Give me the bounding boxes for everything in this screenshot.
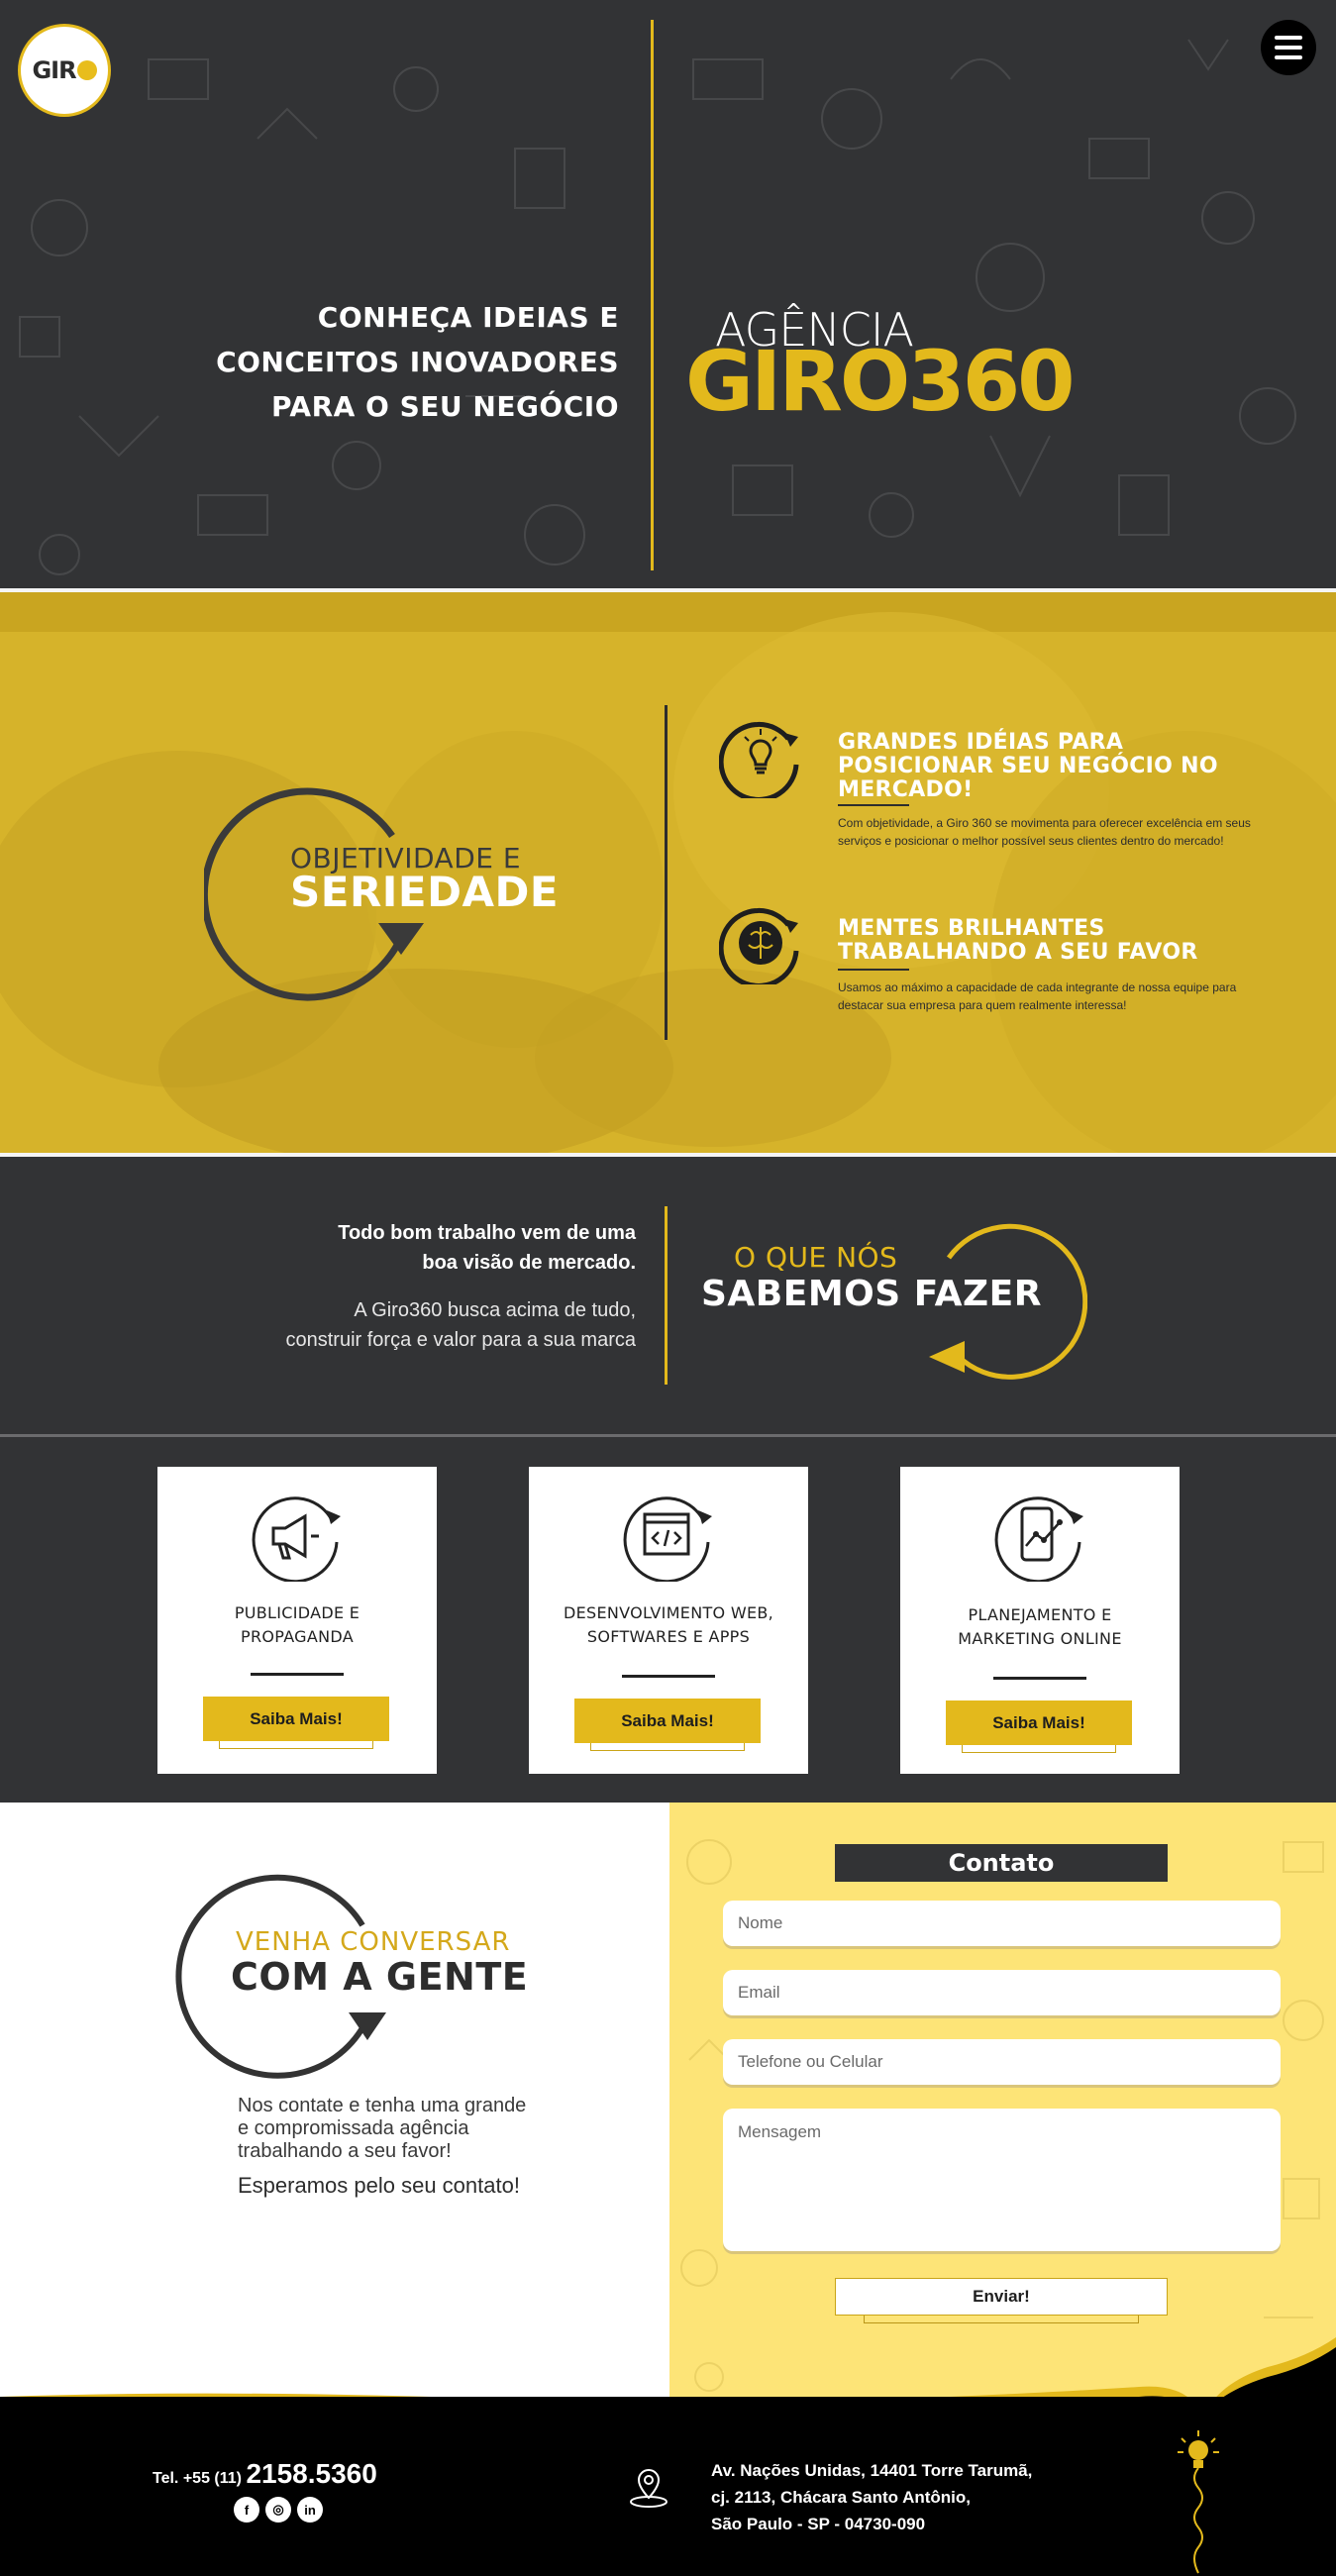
contact-form-title: Contato bbox=[835, 1844, 1168, 1882]
logo-text: GIR bbox=[32, 56, 76, 84]
contact-closing-text: Esperamos pelo seu contato! bbox=[238, 2173, 520, 2198]
service-card-online-marketing: PLANEJAMENTO E MARKETING ONLINE Saiba Ma… bbox=[900, 1467, 1180, 1774]
address-line: cj. 2113, Chácara Santo Antônio, bbox=[711, 2488, 972, 2507]
service-card-title: PLANEJAMENTO E MARKETING ONLINE bbox=[910, 1603, 1170, 1651]
service-card-title: DESENVOLVIMENTO WEB, SOFTWARES E APPS bbox=[539, 1601, 798, 1649]
feature-title-line: POSICIONAR SEU NEGÓCIO NO bbox=[838, 754, 1218, 778]
code-window-icon bbox=[623, 1496, 712, 1582]
services-heading-small: O QUE NÓS bbox=[734, 1241, 898, 1274]
social-links: f ◎ in bbox=[234, 2497, 323, 2523]
service-card-divider bbox=[993, 1677, 1086, 1680]
service-title-line: MARKETING ONLINE bbox=[958, 1629, 1122, 1648]
address: Av. Nações Unidas, 14401 Torre Tarumã, c… bbox=[711, 2457, 1127, 2537]
service-title-line: PLANEJAMENTO E bbox=[968, 1605, 1112, 1624]
phone-input[interactable] bbox=[723, 2039, 1281, 2085]
service-title-line: PUBLICIDADE E bbox=[234, 1603, 360, 1622]
services-heading-big: SABEMOS FAZER bbox=[701, 1274, 1042, 1314]
feature-title-line: MERCADO! bbox=[838, 777, 974, 802]
hamburger-icon-bar bbox=[1275, 46, 1302, 50]
instagram-icon[interactable]: ◎ bbox=[265, 2497, 291, 2523]
feature-title-line: GRANDES IDÉIAS PARA bbox=[838, 730, 1124, 755]
send-button[interactable]: Enviar! bbox=[835, 2278, 1168, 2316]
giro360-logo[interactable]: GIR bbox=[18, 24, 111, 117]
feature-title-line: TRABALHANDO A SEU FAVOR bbox=[838, 940, 1198, 965]
service-card-divider bbox=[622, 1675, 715, 1678]
message-textarea[interactable] bbox=[723, 2109, 1281, 2251]
email-input[interactable] bbox=[723, 1970, 1281, 2015]
tagline-line: PARA O SEU NEGÓCIO bbox=[270, 390, 619, 423]
hamburger-icon-bar bbox=[1275, 36, 1302, 40]
contact-paragraph-line: Nos contate e tenha uma grande bbox=[238, 2095, 527, 2116]
vision-regular-text: A Giro360 busca acima de tudo, construir… bbox=[208, 1295, 637, 1355]
vision-section bbox=[0, 1157, 1336, 1434]
phone-contact[interactable]: Tel. +55 (11) 2158.5360 bbox=[153, 2458, 377, 2490]
feature-description-ideas: Com objetividade, a Giro 360 se moviment… bbox=[838, 816, 1251, 848]
hamburger-menu-button[interactable] bbox=[1261, 20, 1316, 75]
brain-icon bbox=[719, 907, 799, 984]
vision-divider bbox=[665, 1206, 668, 1385]
vision-bold-line: Todo bom trabalho vem de uma bbox=[338, 1222, 636, 1244]
tagline-line: CONCEITOS INOVADORES bbox=[216, 346, 619, 378]
feature-description-minds: Usamos ao máximo a capacidade de cada in… bbox=[838, 980, 1237, 1012]
vision-bold-text: Todo bom trabalho vem de uma boa visão d… bbox=[238, 1218, 636, 1278]
hamburger-icon-bar bbox=[1275, 55, 1302, 59]
contact-heading-small: VENHA CONVERSAR bbox=[236, 1927, 511, 1957]
vision-regular-line: construir força e valor para a sua marca bbox=[285, 1329, 637, 1351]
values-divider bbox=[665, 705, 668, 1040]
hero-section: GIR CONHEÇA IDEIAS E CONCEITOS INOVADORE… bbox=[0, 0, 1336, 588]
tagline-line: CONHEÇA IDEIAS E bbox=[317, 301, 619, 334]
service-title-line: PROPAGANDA bbox=[241, 1627, 354, 1646]
address-line: São Paulo - SP - 04730-090 bbox=[711, 2515, 926, 2533]
map-pin-icon bbox=[630, 2468, 668, 2508]
feature-title-ideas: GRANDES IDÉIAS PARA POSICIONAR SEU NEGÓC… bbox=[838, 731, 1218, 802]
service-card-advertising: PUBLICIDADE E PROPAGANDA Saiba Mais! bbox=[157, 1467, 437, 1774]
feature-title-minds: MENTES BRILHANTES TRABALHANDO A SEU FAVO… bbox=[838, 917, 1198, 965]
service-card-divider bbox=[251, 1673, 344, 1676]
vision-regular-line: A Giro360 busca acima de tudo, bbox=[354, 1299, 636, 1321]
hero-brand-name: GIRO360 bbox=[685, 333, 1076, 430]
megaphone-icon bbox=[252, 1496, 341, 1582]
name-input[interactable] bbox=[723, 1901, 1281, 1946]
feature-underline bbox=[838, 969, 909, 971]
contact-heading-big: COM A GENTE bbox=[231, 1955, 529, 1999]
button-shadow bbox=[864, 2316, 1139, 2323]
contact-paragraph-line: e compromissada agência bbox=[238, 2117, 469, 2139]
contact-intro-paragraph: Nos contate e tenha uma grande e comprom… bbox=[238, 2095, 565, 2163]
lightbulb-icon bbox=[719, 721, 799, 798]
service-card-web-development: DESENVOLVIMENTO WEB, SOFTWARES E APPS Sa… bbox=[529, 1467, 808, 1774]
button-shadow bbox=[219, 1741, 373, 1749]
feature-title-line: MENTES BRILHANTES bbox=[838, 916, 1105, 941]
phone-prefix: Tel. +55 (11) bbox=[153, 2470, 242, 2487]
vision-bold-line: boa visão de mercado. bbox=[422, 1252, 636, 1274]
button-shadow bbox=[962, 1745, 1116, 1753]
lightbulb-icon bbox=[1178, 2430, 1219, 2574]
service-card-title: PUBLICIDADE E PROPAGANDA bbox=[167, 1601, 427, 1649]
hero-divider bbox=[651, 20, 654, 570]
service-title-line: SOFTWARES E APPS bbox=[586, 1627, 751, 1646]
phone-number: 2158.5360 bbox=[246, 2458, 377, 2489]
saiba-mais-button[interactable]: Saiba Mais! bbox=[574, 1699, 761, 1743]
team-photo-background bbox=[0, 592, 1336, 1153]
values-heading-big: SERIEDADE bbox=[290, 868, 560, 916]
hero-tagline: CONHEÇA IDEIAS E CONCEITOS INOVADORES PA… bbox=[149, 295, 619, 429]
mobile-analytics-icon bbox=[994, 1496, 1083, 1582]
saiba-mais-button[interactable]: Saiba Mais! bbox=[203, 1697, 389, 1741]
linkedin-icon[interactable]: in bbox=[297, 2497, 323, 2523]
contact-paragraph-line: trabalhando a seu favor! bbox=[238, 2140, 452, 2162]
service-title-line: DESENVOLVIMENTO WEB, bbox=[563, 1603, 774, 1622]
logo-o-mark bbox=[76, 60, 97, 80]
values-section bbox=[0, 592, 1336, 1153]
facebook-icon[interactable]: f bbox=[234, 2497, 259, 2523]
saiba-mais-button[interactable]: Saiba Mais! bbox=[946, 1700, 1132, 1745]
address-line: Av. Nações Unidas, 14401 Torre Tarumã, bbox=[711, 2461, 1033, 2480]
doodle-pattern-background bbox=[19, 39, 1296, 575]
feature-underline bbox=[838, 804, 909, 806]
button-shadow bbox=[590, 1743, 745, 1751]
